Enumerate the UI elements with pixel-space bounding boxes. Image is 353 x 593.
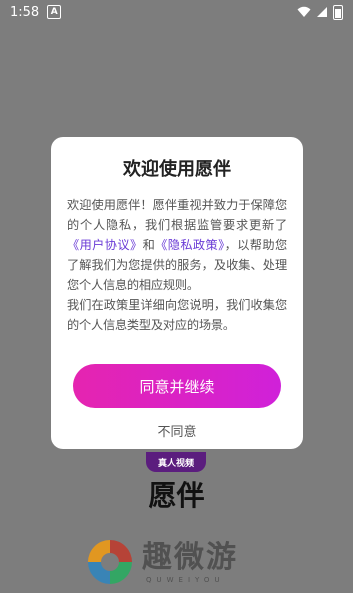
wifi-icon [297,6,311,17]
status-time: 1:58 [10,4,40,20]
app-name: 愿伴 [148,479,205,512]
disagree-button[interactable]: 不同意 [51,421,303,440]
dialog-body: 欢迎使用愿伴！愿伴重视并致力于保障您的个人隐私，我们根据监管要求更新了《用户协议… [67,195,287,335]
privacy-policy-link[interactable]: 《隐私政策》 [155,238,225,252]
watermark-subtext: QUWEIYOU [146,576,225,584]
watermark-text: 趣微游 [142,540,238,575]
app-icon-label: 真人视频 [157,459,194,469]
user-agreement-link[interactable]: 《用户协议》 [67,238,143,252]
privacy-dialog: 欢迎使用愿伴 欢迎使用愿伴！愿伴重视并致力于保障您的个人隐私，我们根据监管要求更… [51,137,303,449]
status-bar: 1:58 A [0,0,353,24]
app-notification-icon: A [47,5,62,19]
status-left: 1:58 A [10,4,62,20]
body-text: 欢迎使用愿伴！愿伴重视并致力于保障您的个人隐私，我们根据监管要求更新了 [67,198,287,232]
signal-icon [317,7,327,17]
app-icon: 真人视频 [146,452,206,472]
dialog-title: 欢迎使用愿伴 [123,159,231,180]
watermark: 趣微游 QUWEIYOU [84,536,238,588]
watermark-logo-icon [88,540,132,584]
battery-icon [333,4,343,20]
status-right [297,4,343,20]
body-paragraph-2: 我们在政策里详细向您说明，我们收集您的个人信息类型及对应的场景。 [67,298,287,332]
and-text: 和 [142,238,156,252]
agree-continue-button[interactable]: 同意并继续 [73,364,281,408]
